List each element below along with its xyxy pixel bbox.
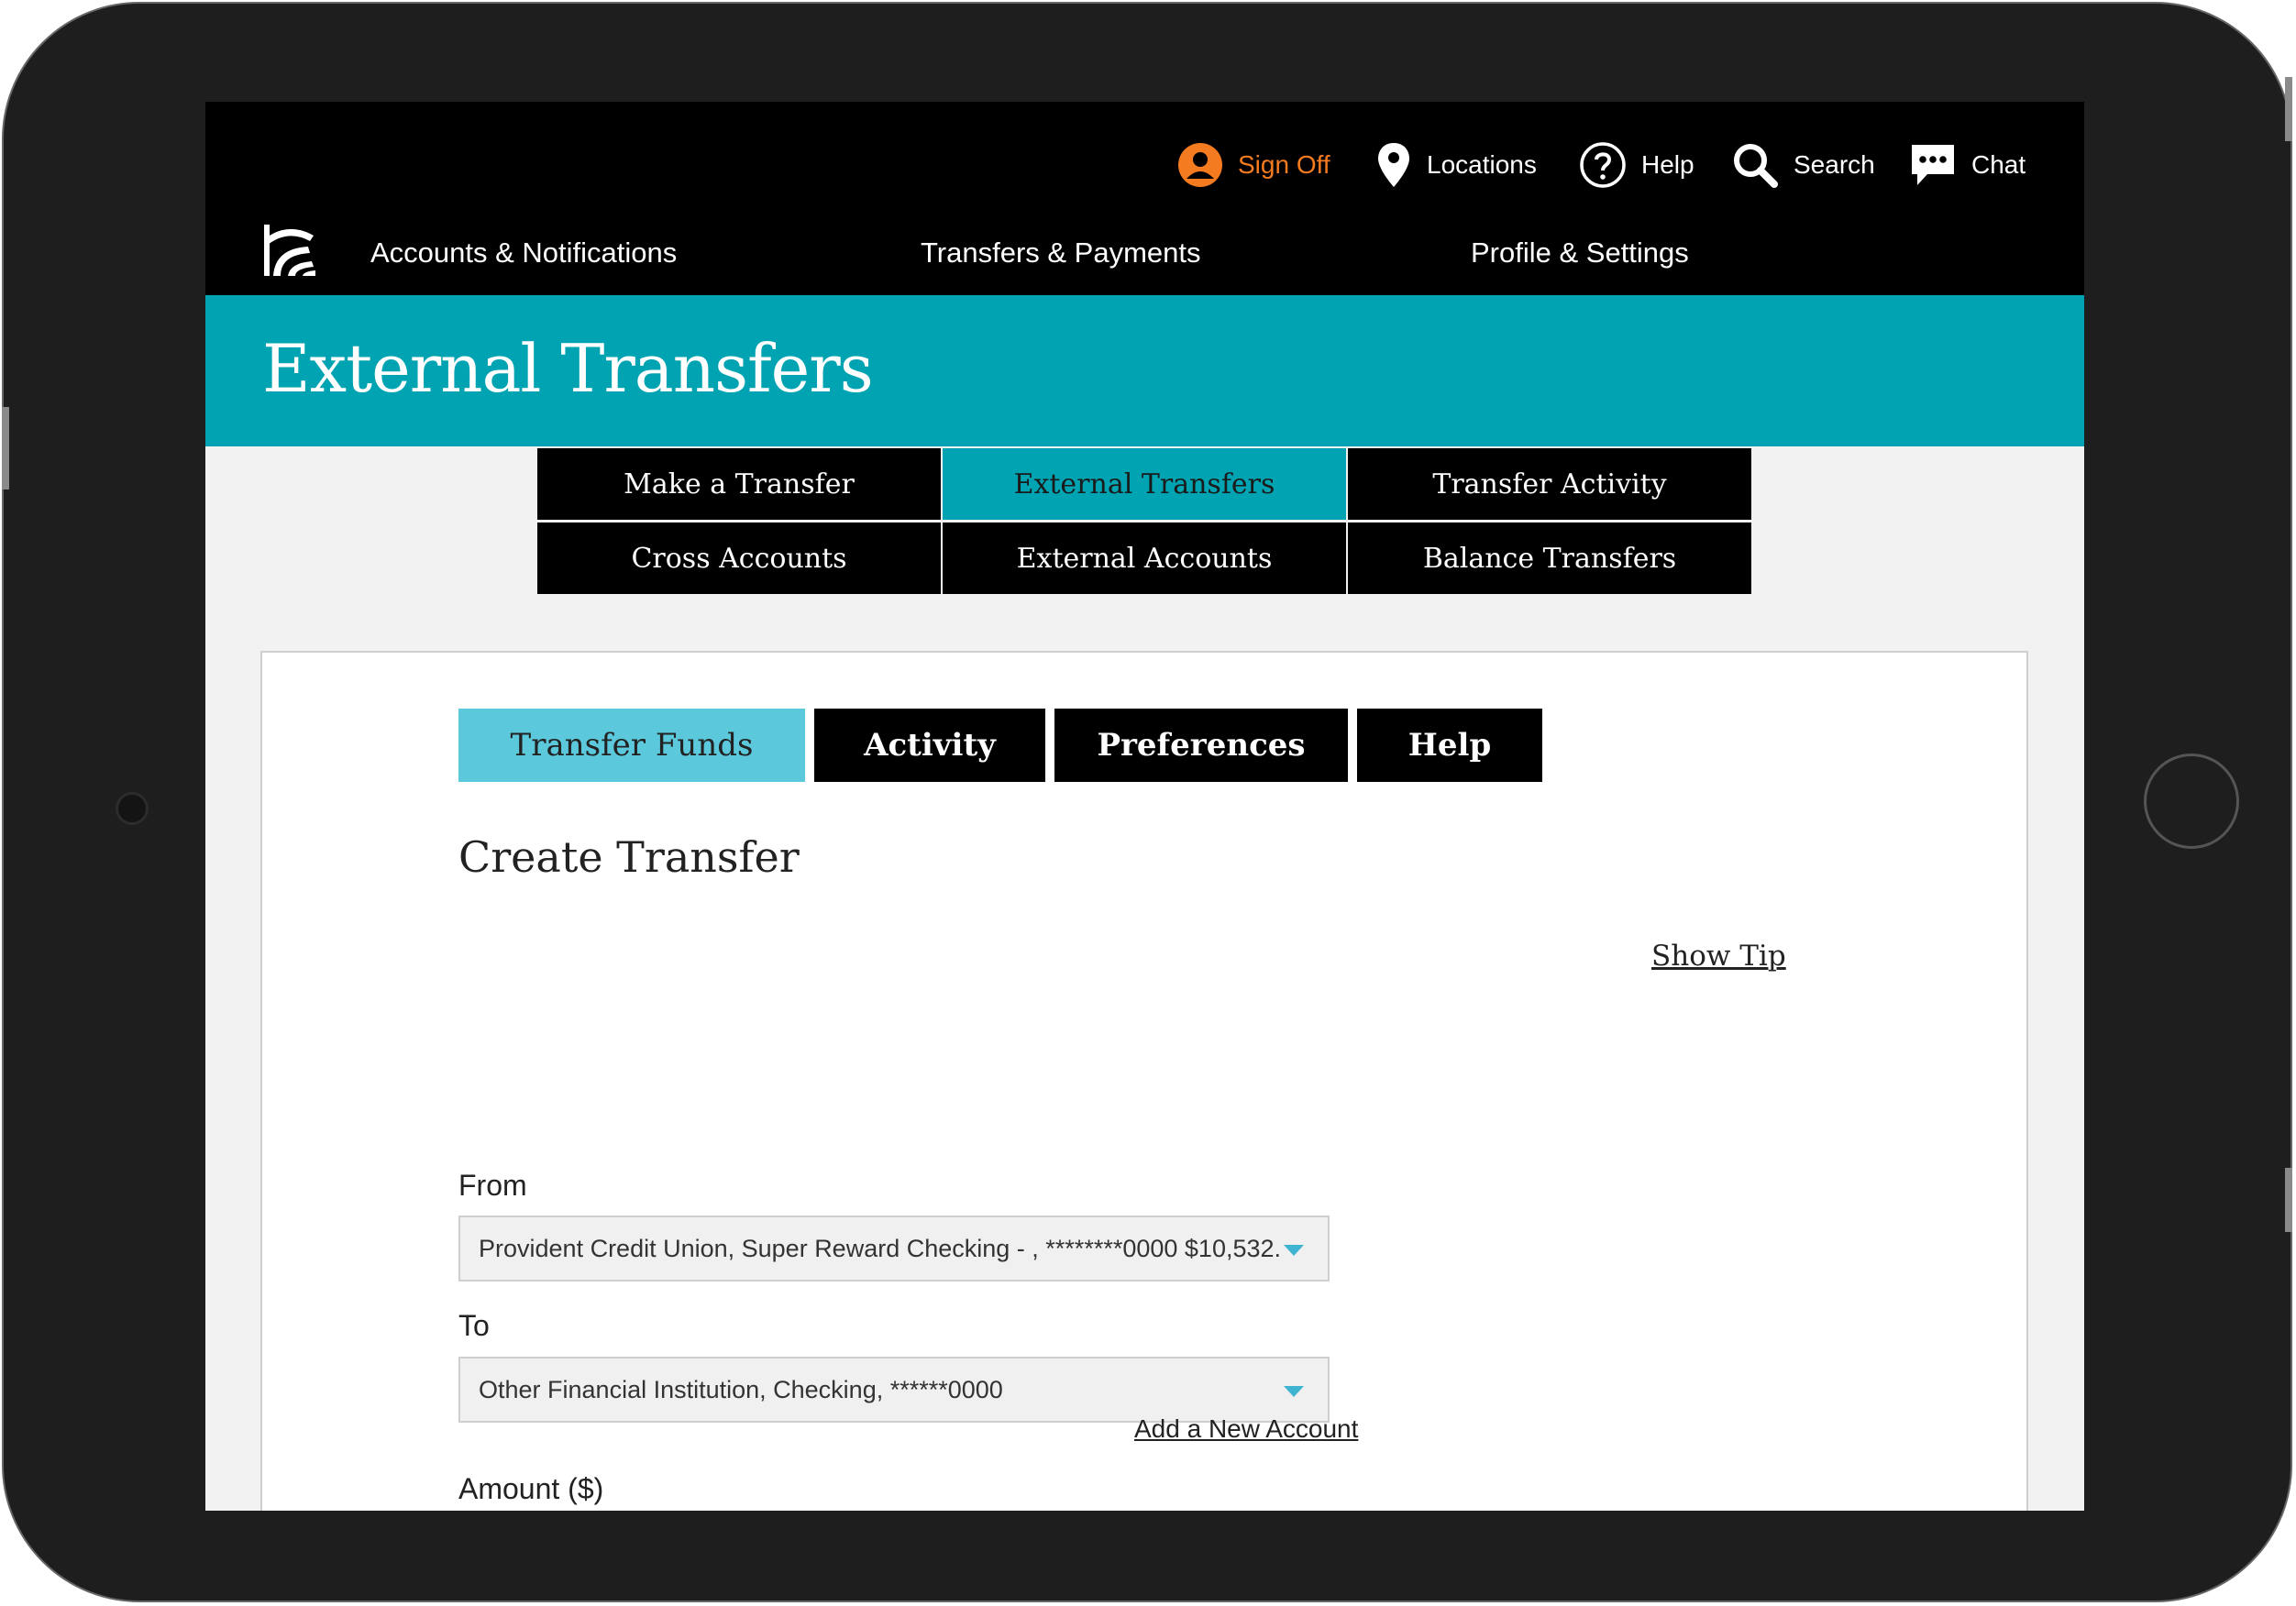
- subnav-cross-accounts[interactable]: Cross Accounts: [537, 522, 941, 594]
- transfer-card: Transfer Funds Activity Preferences Help…: [260, 651, 2028, 1511]
- chat-link[interactable]: Chat: [1909, 137, 2026, 193]
- sign-off-link[interactable]: Sign Off: [1177, 137, 1330, 193]
- subnav-external-transfers[interactable]: External Transfers: [943, 448, 1346, 520]
- tab-activity[interactable]: Activity: [814, 709, 1045, 782]
- locations-link[interactable]: Locations: [1375, 137, 1537, 193]
- subnav-make-a-transfer[interactable]: Make a Transfer: [537, 448, 941, 520]
- from-account-select[interactable]: Provident Credit Union, Super Reward Che…: [458, 1216, 1330, 1282]
- to-account-value: Other Financial Institution, Checking, *…: [479, 1375, 1003, 1403]
- tab-transfer-funds[interactable]: Transfer Funds: [458, 709, 805, 782]
- from-account-value: Provident Credit Union, Super Reward Che…: [479, 1234, 1282, 1262]
- to-label: To: [458, 1309, 490, 1342]
- help-link[interactable]: Help: [1579, 137, 1694, 193]
- app-screen: Sign Off Locations Help Search Chat Acco…: [205, 102, 2084, 1511]
- user-icon: [1178, 143, 1222, 187]
- side-button-left: [2, 407, 9, 490]
- nav-transfers-payments[interactable]: Transfers & Payments: [921, 236, 1201, 270]
- search-label: Search: [1794, 150, 1875, 179]
- chevron-down-icon: [1284, 1245, 1304, 1256]
- camera: [116, 792, 149, 825]
- page-title-band: External Transfers: [205, 295, 2084, 446]
- nav-accounts-notifications[interactable]: Accounts & Notifications: [370, 236, 677, 270]
- sign-off-label: Sign Off: [1238, 150, 1330, 179]
- amount-label: Amount ($): [458, 1472, 604, 1505]
- search-icon: [1734, 144, 1778, 188]
- bank-logo-icon[interactable]: [260, 221, 317, 278]
- subnav-external-accounts[interactable]: External Accounts: [943, 522, 1346, 594]
- subnav-transfer-activity[interactable]: Transfer Activity: [1348, 448, 1751, 520]
- side-button-right-2: [2285, 1168, 2292, 1232]
- chat-icon: [1912, 145, 1954, 185]
- show-tip-link[interactable]: Show Tip: [1651, 940, 1786, 973]
- chevron-down-icon: [1284, 1386, 1304, 1397]
- tab-preferences[interactable]: Preferences: [1054, 709, 1348, 782]
- side-button-right-1: [2285, 77, 2292, 141]
- tab-help[interactable]: Help: [1357, 709, 1542, 782]
- create-transfer-heading: Create Transfer: [458, 832, 800, 882]
- add-new-account-link[interactable]: Add a New Account: [1134, 1414, 1358, 1444]
- map-pin-icon: [1378, 143, 1409, 187]
- to-account-select[interactable]: Other Financial Institution, Checking, *…: [458, 1357, 1330, 1423]
- search-link[interactable]: Search: [1731, 137, 1875, 193]
- chat-label: Chat: [1971, 150, 2026, 179]
- page-title: External Transfers: [262, 330, 874, 407]
- home-button: [2144, 754, 2239, 849]
- from-label: From: [458, 1169, 527, 1202]
- subnav-balance-transfers[interactable]: Balance Transfers: [1348, 522, 1751, 594]
- locations-label: Locations: [1427, 150, 1537, 179]
- transfer-subnav: Make a Transfer External Transfers Trans…: [537, 448, 1751, 594]
- question-icon: [1580, 142, 1626, 188]
- nav-profile-settings[interactable]: Profile & Settings: [1471, 236, 1689, 270]
- top-header: Sign Off Locations Help Search Chat Acco…: [205, 102, 2084, 295]
- help-label: Help: [1641, 150, 1694, 179]
